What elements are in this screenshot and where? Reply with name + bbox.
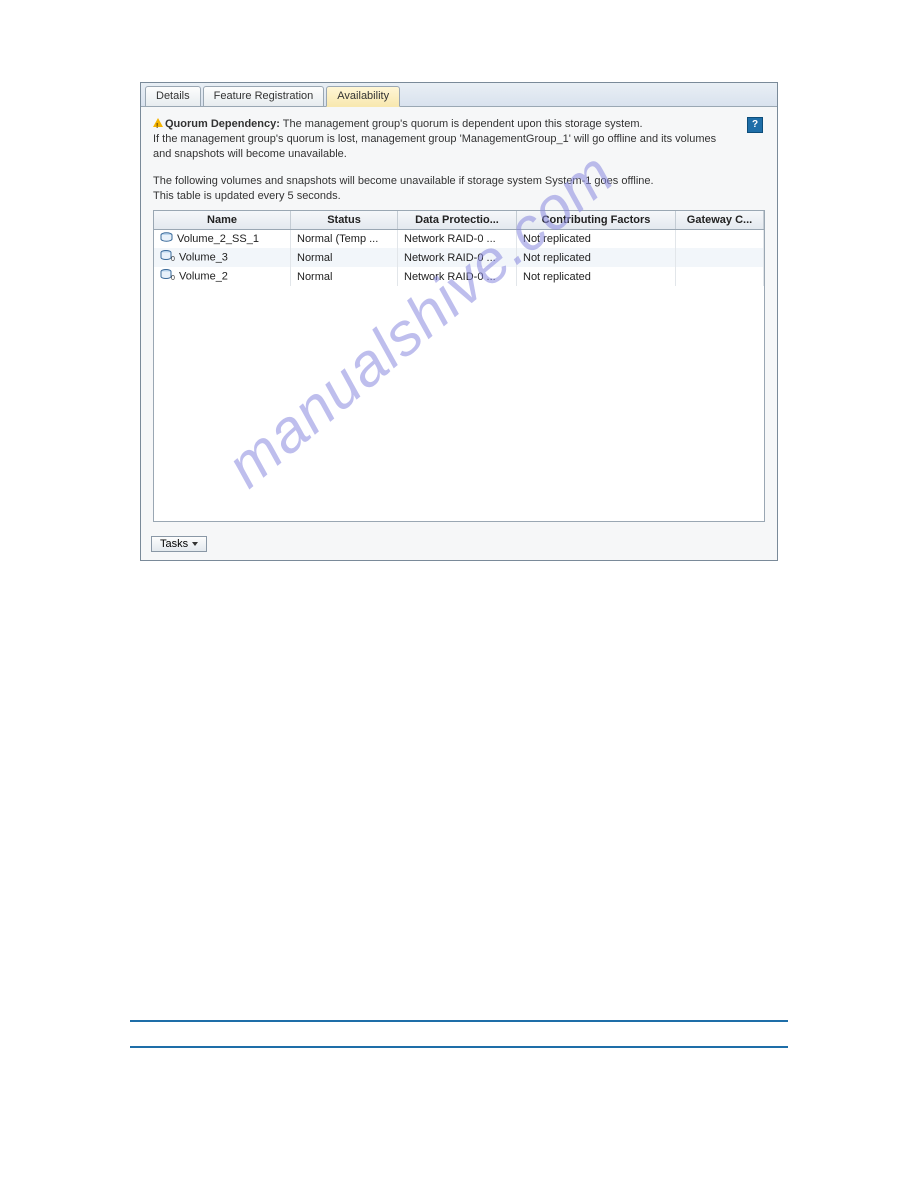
svg-text:0: 0 <box>171 275 175 281</box>
availability-panel: Details Feature Registration Availabilit… <box>140 82 778 561</box>
volume-icon: 0 <box>160 250 175 265</box>
col-header-contributing-factors[interactable]: Contributing Factors <box>517 211 676 230</box>
tasks-button[interactable]: Tasks <box>151 536 207 552</box>
tasks-button-label: Tasks <box>160 538 188 550</box>
quorum-warning: Quorum Dependency: The management group'… <box>153 117 765 162</box>
cell-contributing-factors: Not replicated <box>517 267 676 286</box>
warning-line3: and snapshots will become unavailable. <box>153 148 347 160</box>
cell-name: Volume_2_SS_1 <box>154 230 291 249</box>
cell-name-text: Volume_2 <box>179 270 228 282</box>
panel-footer: Tasks <box>141 530 777 560</box>
volumes-table-wrap: Name Status Data Protectio... Contributi… <box>153 210 765 522</box>
svg-text:0: 0 <box>171 256 175 262</box>
tab-bar: Details Feature Registration Availabilit… <box>141 83 777 107</box>
volumes-table: Name Status Data Protectio... Contributi… <box>154 211 764 286</box>
table-row[interactable]: 0 Volume_3 NormalNetwork RAID-0 ...Not rep… <box>154 248 764 267</box>
cell-data-protection: Network RAID-0 ... <box>398 248 517 267</box>
volume-icon: 0 <box>160 269 175 284</box>
cell-status: Normal <box>291 267 398 286</box>
cell-name: 0 Volume_3 <box>154 248 291 267</box>
warning-title: Quorum Dependency: <box>165 118 280 130</box>
snapshot-icon <box>160 232 173 246</box>
cell-status: Normal (Temp ... <box>291 230 398 249</box>
cell-name: 0 Volume_2 <box>154 267 291 286</box>
cell-name-text: Volume_2_SS_1 <box>177 233 259 245</box>
cell-gateway-c <box>676 248 764 267</box>
table-row[interactable]: Volume_2_SS_1 Normal (Temp ...Network RAI… <box>154 230 764 249</box>
warning-line2: If the management group's quorum is lost… <box>153 133 716 145</box>
cell-gateway-c <box>676 267 764 286</box>
tab-feature-registration[interactable]: Feature Registration <box>203 86 325 106</box>
table-body: Volume_2_SS_1 Normal (Temp ...Network RAI… <box>154 230 764 287</box>
cell-contributing-factors: Not replicated <box>517 230 676 249</box>
cell-status: Normal <box>291 248 398 267</box>
col-header-gateway-c[interactable]: Gateway C... <box>676 211 764 230</box>
divider-line <box>130 1020 788 1022</box>
col-header-data-protection[interactable]: Data Protectio... <box>398 211 517 230</box>
cell-name-text: Volume_3 <box>179 251 228 263</box>
tab-details[interactable]: Details <box>145 86 201 106</box>
tab-availability[interactable]: Availability <box>326 86 400 107</box>
info-line1: The following volumes and snapshots will… <box>153 175 654 187</box>
divider-line <box>130 1046 788 1048</box>
info-text: The following volumes and snapshots will… <box>153 174 765 204</box>
content-area: Quorum Dependency: The management group'… <box>141 107 777 530</box>
info-line2: This table is updated every 5 seconds. <box>153 190 341 202</box>
table-row[interactable]: 0 Volume_2 NormalNetwork RAID-0 ...Not rep… <box>154 267 764 286</box>
cell-contributing-factors: Not replicated <box>517 248 676 267</box>
table-header-row: Name Status Data Protectio... Contributi… <box>154 211 764 230</box>
cell-gateway-c <box>676 230 764 249</box>
warning-line1-rest: The management group's quorum is depende… <box>280 118 643 130</box>
col-header-name[interactable]: Name <box>154 211 291 230</box>
chevron-down-icon <box>192 542 198 546</box>
col-header-status[interactable]: Status <box>291 211 398 230</box>
cell-data-protection: Network RAID-0 ... <box>398 267 517 286</box>
cell-data-protection: Network RAID-0 ... <box>398 230 517 249</box>
warning-icon <box>153 118 163 127</box>
